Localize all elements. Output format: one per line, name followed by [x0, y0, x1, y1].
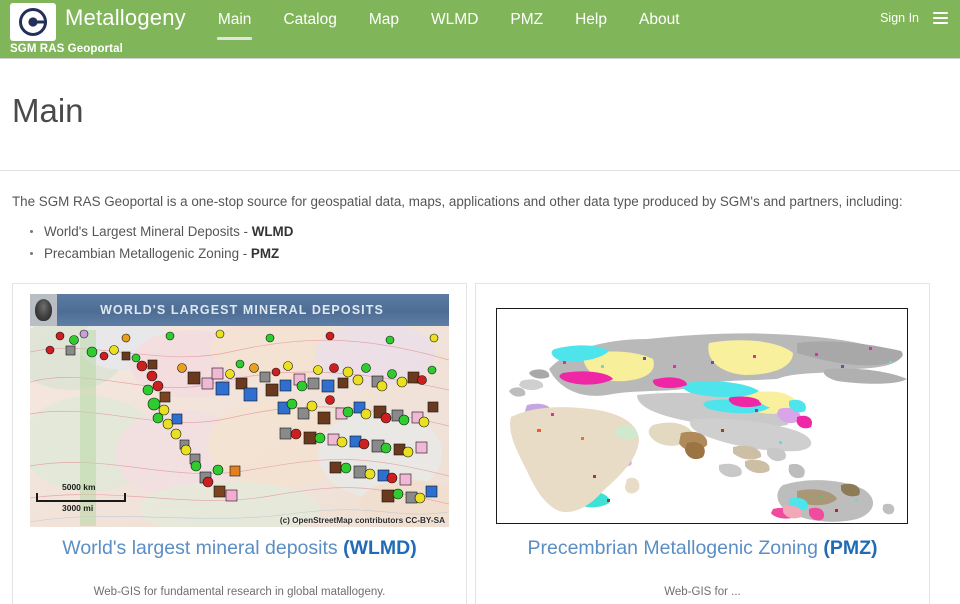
nav-label: Main: [217, 11, 252, 28]
card-description-pmz: Web-GIS for ...: [664, 586, 741, 598]
scale-bar-graphic: [36, 493, 126, 502]
header-actions: Sign In: [880, 11, 948, 25]
brand-subtitle: SGM RAS Geoportal: [10, 43, 123, 55]
nav-label: PMZ: [510, 11, 544, 28]
list-item: World's Largest Mineral Deposits - WLMD: [30, 221, 948, 243]
brand[interactable]: Metallogeny: [10, 0, 186, 41]
nav-item-about[interactable]: About: [623, 10, 696, 40]
sign-in-button[interactable]: Sign In: [880, 11, 919, 25]
active-nav-underline: [216, 37, 253, 40]
scale-label-km: 5000 km: [62, 482, 96, 492]
wlmd-banner: WORLD'S LARGEST MINERAL DEPOSITS: [30, 294, 449, 326]
list-item-text: Precambian Metallogenic Zoning -: [44, 246, 251, 261]
page-title-section: Main: [0, 59, 960, 170]
nav-item-help[interactable]: Help: [559, 10, 623, 40]
nav-item-wlmd[interactable]: WLMD: [415, 10, 494, 40]
nav-label: About: [639, 11, 680, 28]
product-cards: WORLD'S LARGEST MINERAL DEPOSITS 5000 km…: [0, 283, 960, 604]
pmz-map-thumbnail[interactable]: [493, 294, 912, 527]
nav-label: Map: [368, 11, 400, 28]
nav-item-map[interactable]: Map: [353, 10, 415, 40]
nav-label: Help: [575, 11, 607, 28]
intro-lead-text: The SGM RAS Geoportal is a one-stop sour…: [12, 194, 903, 209]
list-item: Precambian Metallogenic Zoning - PMZ: [30, 243, 948, 265]
map-attribution: (c) OpenStreetMap contributors CC-BY-SA: [279, 516, 445, 525]
scientist-portrait-icon: [30, 294, 57, 326]
app-header: Metallogeny SGM RAS Geoportal Main Catal…: [0, 0, 960, 59]
pmz-world-map-image: [497, 309, 907, 523]
geoportal-g-logo-icon[interactable]: [10, 3, 56, 41]
wlmd-map-thumbnail[interactable]: WORLD'S LARGEST MINERAL DEPOSITS 5000 km…: [30, 294, 449, 527]
nav-label: Catalog: [283, 11, 337, 28]
wlmd-banner-title: WORLD'S LARGEST MINERAL DEPOSITS: [100, 303, 384, 317]
nav-item-main[interactable]: Main: [202, 10, 268, 40]
card-title-code: (PMZ): [823, 537, 878, 559]
pmz-map-frame: [496, 308, 908, 524]
product-list: World's Largest Mineral Deposits - WLMD …: [12, 221, 948, 265]
nav-item-pmz[interactable]: PMZ: [494, 10, 559, 40]
nav-label: WLMD: [431, 11, 479, 28]
card-description-wlmd: Web-GIS for fundamental research in glob…: [93, 586, 386, 598]
scale-label-mi: 3000 mi: [62, 503, 94, 513]
page-title: Main: [12, 92, 84, 129]
nav-item-catalog[interactable]: Catalog: [267, 10, 352, 40]
hamburger-menu-icon[interactable]: [933, 11, 948, 25]
card-title-text: Precembrian Metallogenic Zoning: [527, 537, 824, 559]
list-item-code: WLMD: [251, 224, 294, 239]
main-navigation: Main Catalog Map WLMD PMZ Help About: [202, 0, 696, 40]
intro-section: The SGM RAS Geoportal is a one-stop sour…: [0, 171, 960, 265]
card-title-wlmd[interactable]: World's largest mineral deposits (WLMD): [22, 536, 457, 560]
card-wlmd[interactable]: WORLD'S LARGEST MINERAL DEPOSITS 5000 km…: [12, 283, 467, 604]
card-pmz[interactable]: Precembrian Metallogenic Zoning (PMZ) We…: [475, 283, 930, 604]
brand-name: Metallogeny: [65, 5, 186, 30]
card-title-code: (WLMD): [343, 537, 417, 559]
list-item-text: World's Largest Mineral Deposits -: [44, 224, 252, 239]
map-scale-bar: 5000 km 3000 mi: [36, 482, 126, 513]
list-item-code: PMZ: [250, 246, 280, 261]
card-title-text: World's largest mineral deposits: [62, 537, 344, 559]
card-title-pmz[interactable]: Precembrian Metallogenic Zoning (PMZ): [485, 536, 920, 560]
